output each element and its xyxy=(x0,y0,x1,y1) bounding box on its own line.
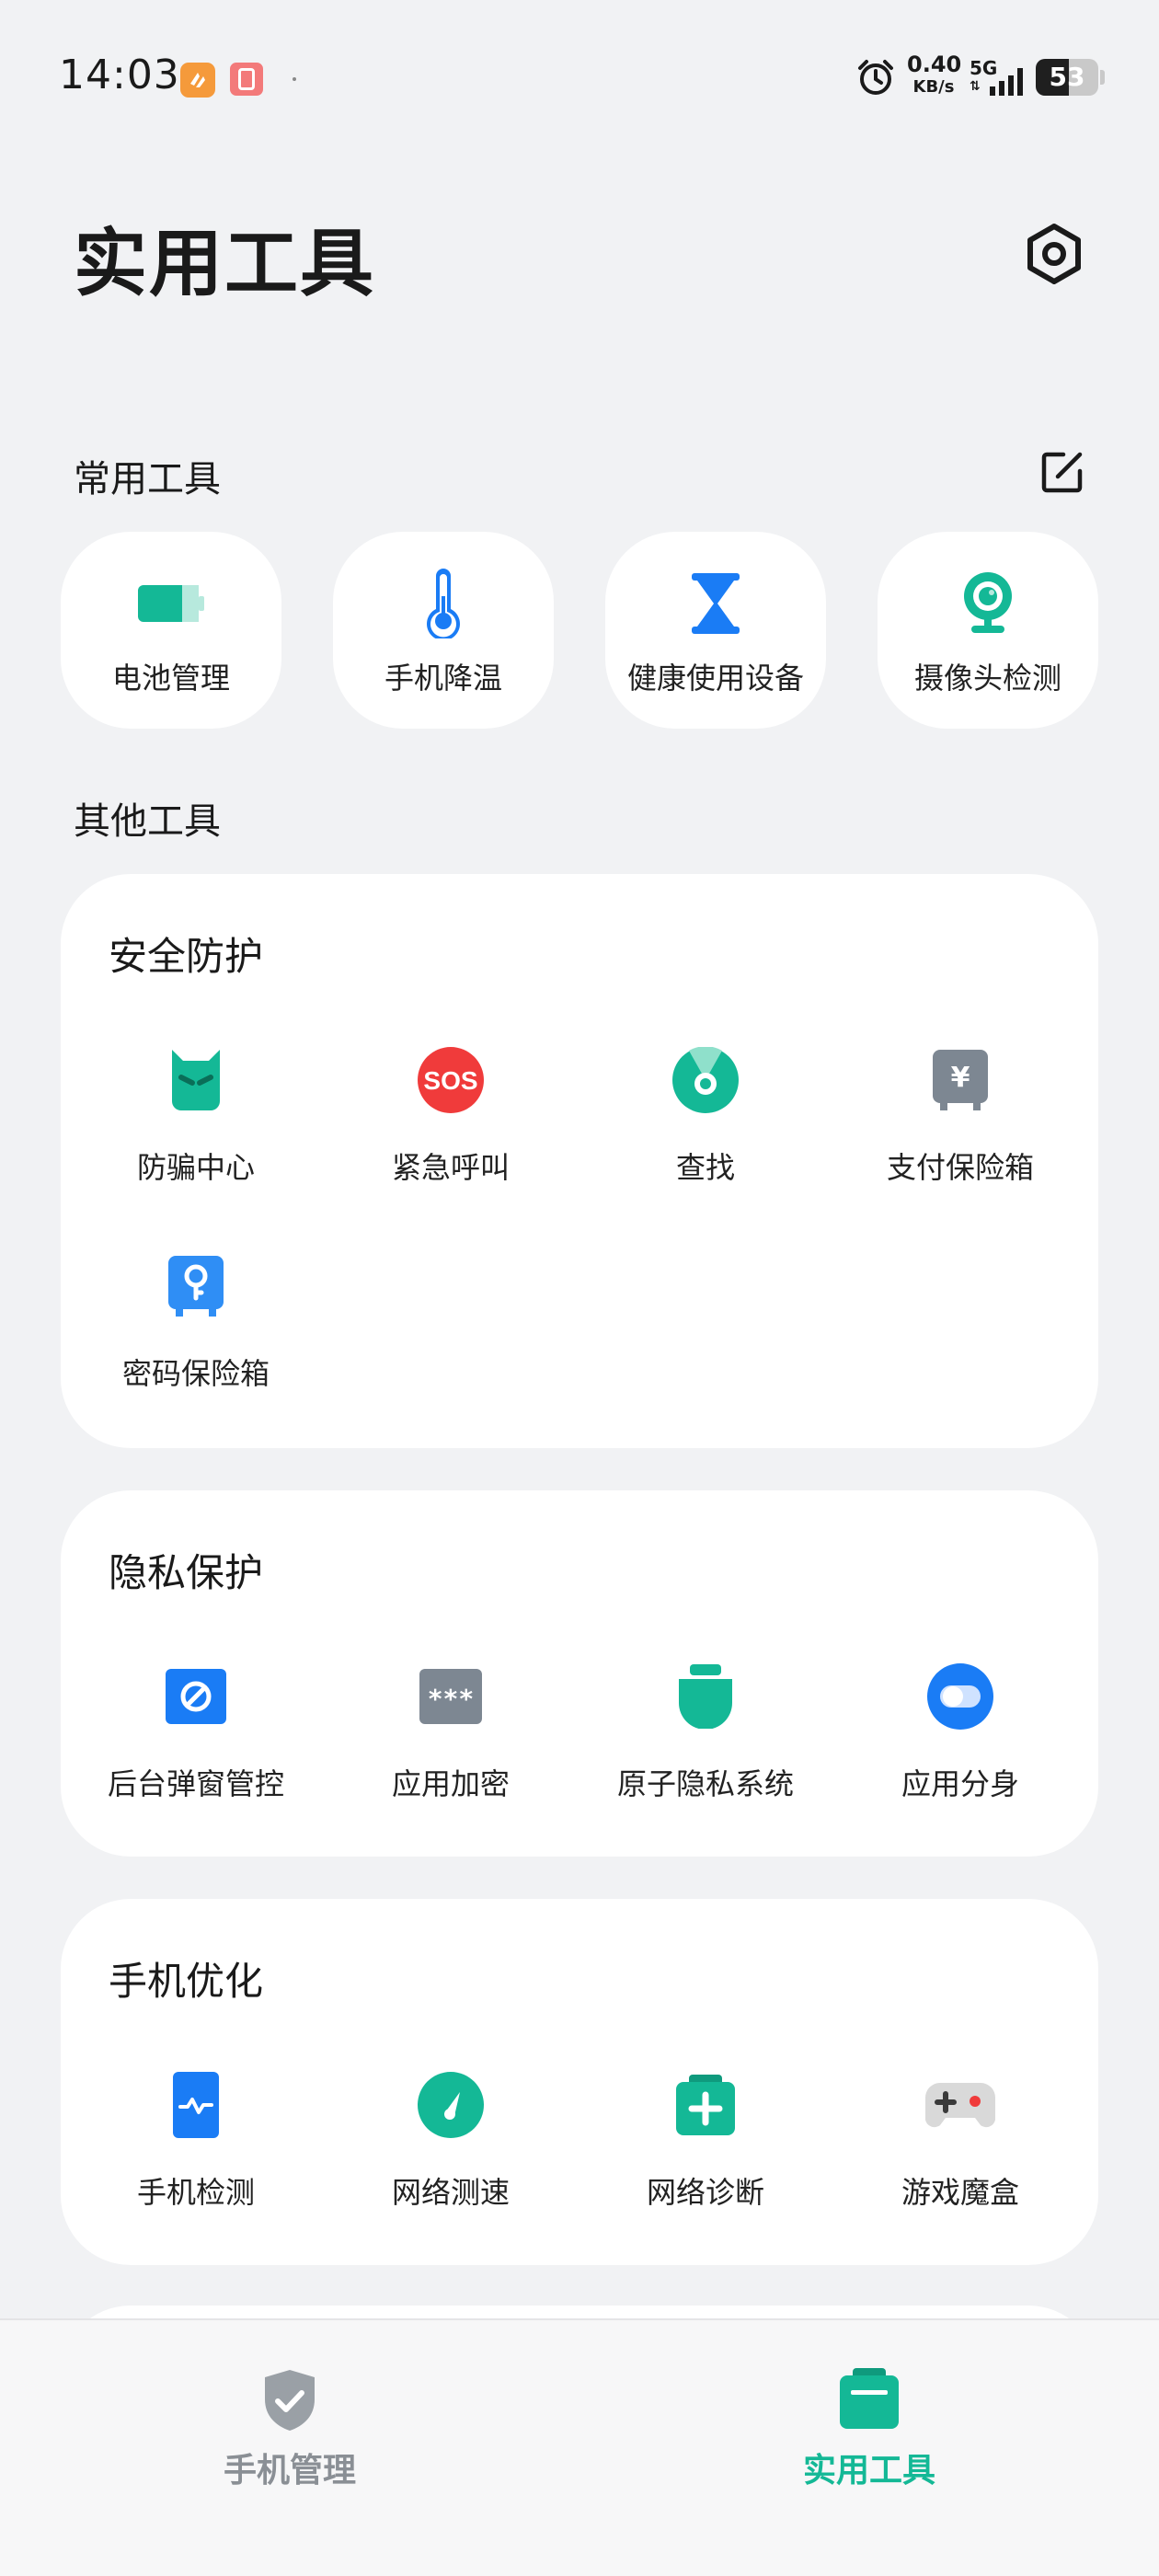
alarm-icon xyxy=(858,60,893,95)
svg-text:***: *** xyxy=(428,1684,475,1714)
app-notification-icon xyxy=(180,63,215,98)
status-time: 14:03 xyxy=(59,52,180,98)
net-speed-value: 0.40 xyxy=(907,52,962,77)
camera-icon xyxy=(964,572,1012,633)
common-tools-label: 常用工具 xyxy=(74,458,221,500)
net-speed: 0.40 KB/s xyxy=(907,52,962,97)
atomic-privacy-icon xyxy=(679,1664,732,1729)
speed-test-icon xyxy=(418,2072,484,2138)
toolbox-icon xyxy=(840,2368,899,2429)
tool-label: 应用加密 xyxy=(391,1766,510,1801)
optimization-card: 手机优化 手机检测 网络测速 网络诊断 游戏魔盒 xyxy=(61,1899,1098,2265)
card-title: 安全防护 xyxy=(109,934,264,979)
tool-sos[interactable]: SOS 紧急呼叫 xyxy=(323,1045,579,1211)
tool-app-clone[interactable]: 应用分身 xyxy=(832,1662,1088,1827)
quick-tile-label: 电池管理 xyxy=(111,661,230,696)
common-tools-row: 电池管理 手机降温 健康使用设备 摄像头检测 xyxy=(61,532,1098,729)
quick-tile-label: 健康使用设备 xyxy=(626,661,804,696)
quick-tile-cooling[interactable]: 手机降温 xyxy=(333,532,554,729)
sos-icon: SOS xyxy=(418,1047,484,1113)
quick-tile-battery[interactable]: 电池管理 xyxy=(61,532,281,729)
tool-find[interactable]: 查找 xyxy=(578,1045,833,1211)
notification-badge-icon xyxy=(230,63,263,96)
status-bar: 14:03 0.40 KB/s 5G ⇅ 53 xyxy=(0,0,1159,156)
tool-popup-control[interactable]: 后台弹窗管控 xyxy=(68,1662,324,1827)
edit-icon xyxy=(1041,452,1083,493)
tool-label: 密码保险箱 xyxy=(121,1356,270,1391)
shield-check-icon xyxy=(265,2370,315,2431)
quick-tile-label: 手机降温 xyxy=(384,661,502,696)
tool-game-box[interactable]: 游戏魔盒 xyxy=(832,2070,1088,2236)
tool-label: 手机检测 xyxy=(136,2175,255,2210)
hourglass-icon xyxy=(692,573,740,634)
quick-tile-label: 摄像头检测 xyxy=(913,661,1061,696)
other-tools-label: 其他工具 xyxy=(74,800,221,843)
battery-tip xyxy=(1100,70,1105,85)
find-device-icon xyxy=(672,1047,739,1113)
tool-atomic-privacy[interactable]: 原子隐私系统 xyxy=(578,1662,833,1827)
tool-phone-check[interactable]: 手机检测 xyxy=(68,2070,324,2236)
nav-label: 手机管理 xyxy=(223,2452,356,2490)
tool-label: 原子隐私系统 xyxy=(616,1766,794,1801)
tool-label: 紧急呼叫 xyxy=(391,1150,510,1185)
app-clone-icon xyxy=(927,1663,993,1730)
security-card: 安全防护 防骗中心 SOS 紧急呼叫 查找 ¥ 支付保险箱 密码保险箱 xyxy=(61,874,1098,1448)
nav-phone-manager[interactable]: 手机管理 xyxy=(152,2368,428,2515)
tool-label: 防骗中心 xyxy=(136,1150,255,1185)
thermometer-icon xyxy=(427,569,460,638)
signal-icon xyxy=(990,68,1023,96)
tool-label: 网络诊断 xyxy=(646,2175,764,2210)
svg-text:SOS: SOS xyxy=(423,1066,477,1095)
tool-label: 网络测速 xyxy=(391,2175,510,2210)
app-lock-icon: *** xyxy=(419,1669,482,1724)
card-title: 手机优化 xyxy=(109,1959,264,2004)
nav-label: 实用工具 xyxy=(802,2452,935,2490)
phone-check-icon xyxy=(173,2072,219,2138)
popup-block-icon xyxy=(166,1669,226,1724)
tool-speed-test[interactable]: 网络测速 xyxy=(323,2070,579,2236)
tool-label: 游戏魔盒 xyxy=(901,2175,1019,2210)
tool-label: 查找 xyxy=(675,1150,735,1185)
tool-label: 应用分身 xyxy=(901,1766,1019,1801)
tool-anti-fraud[interactable]: 防骗中心 xyxy=(68,1045,324,1211)
tool-label: 支付保险箱 xyxy=(886,1150,1034,1185)
edit-button[interactable] xyxy=(1039,449,1085,495)
password-safe-icon xyxy=(168,1256,224,1317)
tool-app-encryption[interactable]: *** 应用加密 xyxy=(323,1662,579,1827)
game-box-icon xyxy=(925,2083,995,2128)
card-title: 隐私保护 xyxy=(109,1550,264,1595)
settings-hexagon-icon xyxy=(1027,224,1081,284)
anti-fraud-icon xyxy=(172,1050,220,1110)
battery-status-icon: 53 xyxy=(1036,59,1098,96)
page-title: 实用工具 xyxy=(74,221,375,306)
tool-payment-safe[interactable]: ¥ 支付保险箱 xyxy=(832,1045,1088,1211)
nav-utility-tools[interactable]: 实用工具 xyxy=(731,2368,1007,2515)
network-diagnosis-icon xyxy=(676,2075,735,2135)
battery-icon xyxy=(138,585,204,622)
data-arrows-icon: ⇅ xyxy=(970,79,981,94)
quick-tile-camera-check[interactable]: 摄像头检测 xyxy=(878,532,1098,729)
tool-label: 后台弹窗管控 xyxy=(107,1766,284,1801)
settings-button[interactable] xyxy=(1021,221,1087,287)
battery-level: 53 xyxy=(1049,62,1085,92)
payment-safe-icon: ¥ xyxy=(933,1050,988,1110)
privacy-card: 隐私保护 后台弹窗管控 *** 应用加密 原子隐私系统 应用分身 xyxy=(61,1490,1098,1857)
quick-tile-healthy-use[interactable]: 健康使用设备 xyxy=(605,532,826,729)
tool-network-diagnosis[interactable]: 网络诊断 xyxy=(578,2070,833,2236)
notification-dot-icon xyxy=(293,77,296,81)
net-speed-unit: KB/s xyxy=(912,77,955,97)
bottom-nav: 手机管理 实用工具 xyxy=(0,2318,1159,2576)
svg-text:¥: ¥ xyxy=(951,1062,970,1094)
tool-password-safe[interactable]: 密码保险箱 xyxy=(68,1251,324,1417)
